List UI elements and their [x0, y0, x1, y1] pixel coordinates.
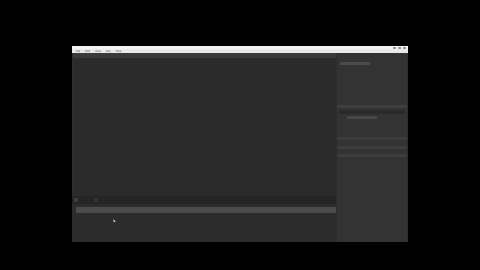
right-panel-section-header — [337, 105, 407, 108]
right-panel-section-header — [337, 154, 407, 157]
tab-media[interactable] — [74, 198, 78, 202]
bottom-tabs — [72, 196, 336, 204]
right-panel-section-header — [337, 137, 407, 140]
right-panel — [337, 53, 407, 242]
tab-effects[interactable] — [94, 198, 98, 202]
right-panel-item-selected[interactable] — [340, 62, 370, 65]
table-row[interactable] — [76, 207, 336, 213]
right-panel-field[interactable] — [339, 110, 405, 114]
right-panel-section-header — [337, 146, 407, 149]
overlay-caption — [36, 266, 116, 270]
right-panel-value[interactable] — [347, 116, 377, 119]
video-viewer[interactable] — [73, 58, 336, 212]
